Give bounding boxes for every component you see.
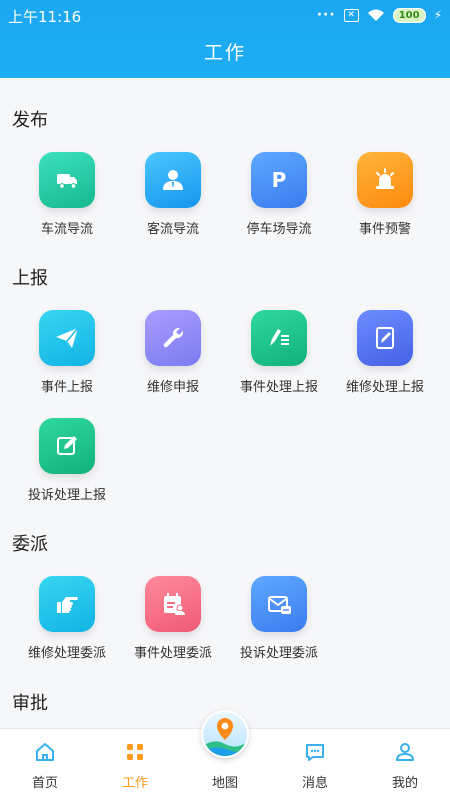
section-title-publish: 发布 [12, 110, 48, 131]
item-label: 事件上报 [40, 380, 93, 395]
wifi-icon [367, 9, 384, 21]
item-label: 事件处理上报 [239, 380, 318, 395]
sim-off-icon: ✕ [343, 8, 359, 22]
item-traffic-diversion[interactable]: 车流导流 [12, 152, 122, 248]
page-title: 工作 [203, 42, 246, 64]
complaint-mail-icon [251, 576, 307, 632]
item-repair-assign[interactable]: 维修处理委派 [12, 576, 122, 672]
item-label: 事件处理委派 [133, 646, 212, 661]
tab-mine[interactable]: 我的 [360, 729, 450, 800]
item-label: 维修处理上报 [345, 380, 424, 395]
tab-messages[interactable]: 消息 [270, 729, 360, 800]
item-label: 停车场导流 [246, 222, 312, 237]
item-label: 投诉处理委派 [239, 646, 318, 661]
item-label: 维修申报 [146, 380, 199, 395]
item-label: 维修处理委派 [27, 646, 106, 661]
item-repair-apply[interactable]: 维修申报 [118, 310, 228, 406]
work-content[interactable]: 发布 车流导流 客流导流 P 停车场导流 事件预警 上报 事件上报 维修申报 事… [0, 78, 450, 728]
send-icon [39, 310, 95, 366]
item-event-warning[interactable]: 事件预警 [330, 152, 440, 248]
calendar-person-icon [145, 576, 201, 632]
person-icon [145, 152, 201, 208]
edit-square-icon [39, 418, 95, 474]
section-title-approve: 审批 [12, 693, 48, 714]
pen-list-icon [251, 310, 307, 366]
home-icon [36, 743, 54, 761]
item-repair-handle-report[interactable]: 维修处理上报 [330, 310, 440, 406]
wrench-icon [145, 310, 201, 366]
edit-doc-icon [357, 310, 413, 366]
status-time: 上午11:16 [8, 8, 82, 26]
item-complaint-assign[interactable]: 投诉处理委派 [224, 576, 334, 672]
more-dots-icon: ··· [316, 7, 336, 23]
tab-label: 首页 [31, 776, 58, 791]
status-bar: 上午11:16 ··· ✕ 100 ⚡ [0, 0, 450, 30]
tab-label: 地图 [211, 776, 238, 791]
battery-icon: 100 [392, 7, 426, 23]
item-label: 投诉处理上报 [27, 488, 106, 503]
app-header: 上午11:16 ··· ✕ 100 ⚡ 工作 [0, 0, 450, 78]
tab-label: 工作 [121, 776, 148, 791]
svg-text:P: P [272, 168, 287, 192]
map-pin-icon[interactable] [201, 710, 249, 758]
item-complaint-handle-report[interactable]: 投诉处理上报 [12, 418, 122, 514]
grid-icon [127, 744, 143, 760]
item-event-report[interactable]: 事件上报 [12, 310, 122, 406]
item-label: 客流导流 [146, 222, 199, 237]
section-title-report: 上报 [12, 268, 48, 289]
tab-label: 我的 [391, 776, 418, 791]
tab-home[interactable]: 首页 [0, 729, 90, 800]
item-parking-diversion[interactable]: P 停车场导流 [224, 152, 334, 248]
status-icons: ··· ✕ 100 ⚡ [317, 7, 442, 23]
pointing-hand-icon [39, 576, 95, 632]
alarm-light-icon [357, 152, 413, 208]
charging-icon: ⚡ [433, 8, 442, 22]
truck-icon [39, 152, 95, 208]
section-title-assign: 委派 [12, 534, 48, 555]
parking-icon: P [251, 152, 307, 208]
item-passenger-diversion[interactable]: 客流导流 [118, 152, 228, 248]
item-event-handle-report[interactable]: 事件处理上报 [224, 310, 334, 406]
tab-label: 消息 [301, 776, 328, 791]
message-icon [306, 744, 324, 761]
item-event-assign[interactable]: 事件处理委派 [118, 576, 228, 672]
item-label: 车流导流 [40, 222, 93, 237]
tab-work[interactable]: 工作 [90, 729, 180, 800]
user-icon [396, 743, 414, 761]
item-label: 事件预警 [358, 222, 411, 237]
